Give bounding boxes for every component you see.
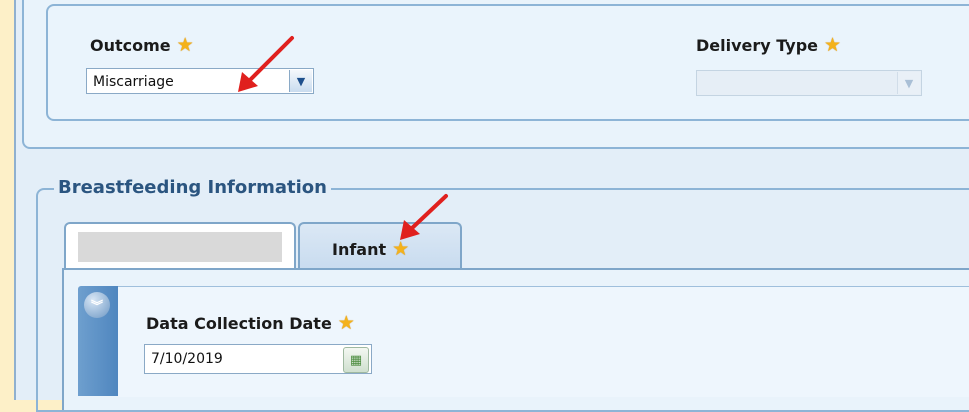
- data-collection-date-input[interactable]: 7/10/2019 ▦: [144, 344, 372, 374]
- annotation-arrow-infant: [400, 194, 448, 240]
- annotation-arrow-outcome: [238, 36, 294, 92]
- outcome-label: Outcome ★: [90, 34, 194, 56]
- data-collection-panel: [118, 286, 969, 397]
- breastfeeding-section-title: Breastfeeding Information: [54, 177, 331, 198]
- outcome-label-text: Outcome: [90, 36, 171, 55]
- data-collection-date-label: Data Collection Date ★: [146, 312, 355, 334]
- tab-infant-label-text: Infant: [332, 240, 387, 259]
- calendar-icon[interactable]: ▦: [343, 347, 369, 373]
- star-icon: ★: [176, 34, 194, 56]
- outcome-inner-panel: [46, 4, 969, 121]
- star-icon: ★: [824, 34, 842, 56]
- data-collection-date-label-text: Data Collection Date: [146, 314, 332, 333]
- delivery-type-select[interactable]: ▼: [696, 70, 922, 96]
- data-collection-date-value: 7/10/2019: [151, 351, 223, 367]
- chevron-down-icon[interactable]: ▼: [897, 72, 920, 94]
- tab-blank-label: [78, 232, 282, 262]
- star-icon: ★: [337, 312, 355, 334]
- delivery-type-label-text: Delivery Type: [696, 36, 819, 55]
- delivery-type-label: Delivery Type ★: [696, 34, 841, 56]
- collapse-icon[interactable]: ︾: [84, 292, 110, 318]
- tab-blank[interactable]: [64, 222, 296, 270]
- outcome-value: Miscarriage: [93, 74, 174, 90]
